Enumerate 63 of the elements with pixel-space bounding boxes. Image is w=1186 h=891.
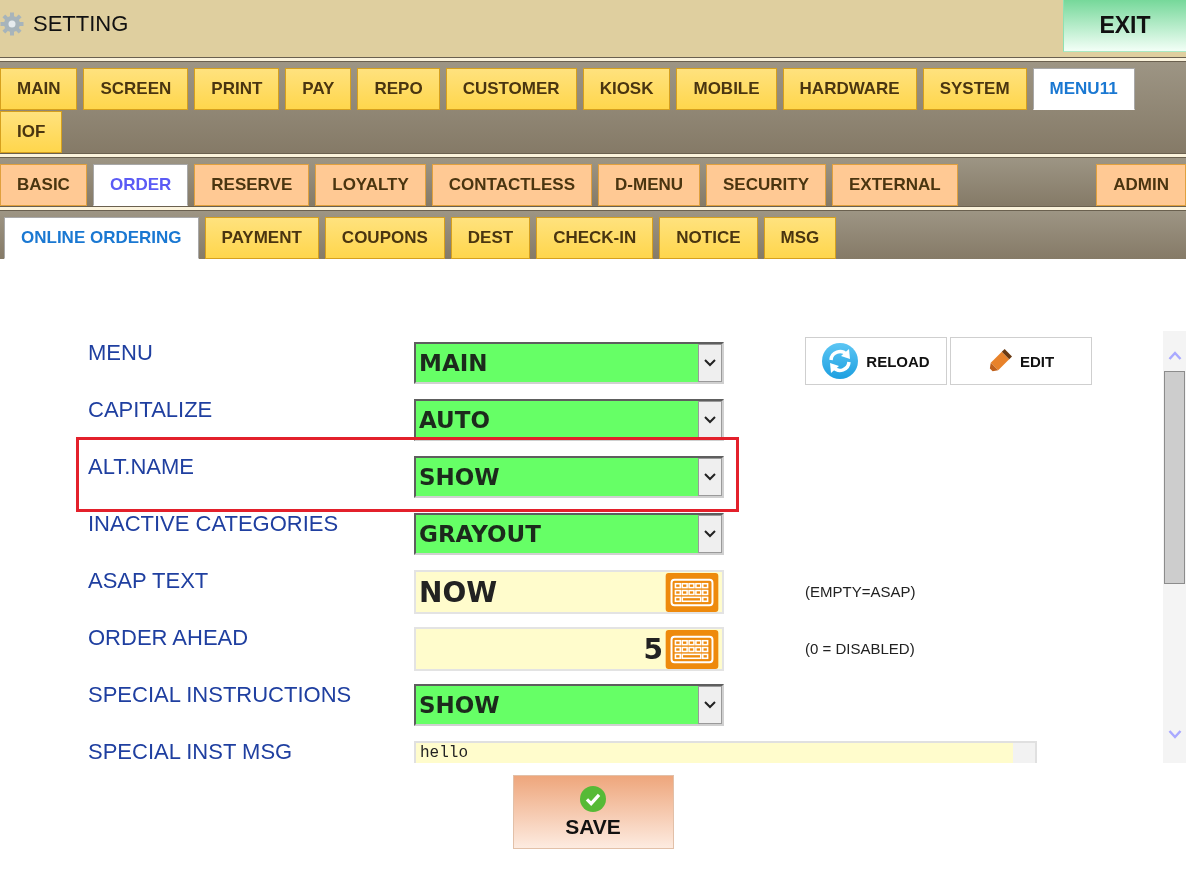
tab[interactable]: ONLINE ORDERING [4, 217, 199, 259]
input-field[interactable]: 5 [414, 627, 724, 671]
tab[interactable]: PAY [285, 68, 352, 110]
dropdown[interactable]: AUTO [414, 399, 724, 441]
reload-button[interactable]: RELOAD [805, 337, 947, 385]
save-button[interactable]: SAVE [512, 775, 674, 849]
tab[interactable]: KIOSK [582, 68, 671, 110]
hint-text: (0 = DISABLED) [805, 639, 916, 659]
dropdown[interactable]: GRAYOUT [414, 513, 724, 555]
tab[interactable]: DEST [450, 217, 531, 259]
tab[interactable]: PRINT [194, 68, 280, 110]
tab[interactable]: CONTACTLESS [431, 164, 593, 206]
edit-button[interactable]: EDIT [950, 337, 1092, 385]
tab[interactable]: SYSTEM [922, 68, 1027, 110]
tab[interactable]: ORDER [92, 164, 189, 206]
field-label: ORDER AHEAD [88, 627, 250, 648]
field-label: SPECIAL INSTRUCTIONS [88, 684, 353, 705]
tab[interactable]: RESERVE [194, 164, 310, 206]
dropdown[interactable]: SHOW [414, 684, 724, 726]
settings-icon [0, 12, 24, 36]
tab[interactable]: CUSTOMER [445, 68, 577, 110]
tab[interactable]: D-MENU [598, 164, 701, 206]
window-title: SETTING [33, 12, 129, 36]
tab[interactable]: IOF [0, 111, 63, 153]
check-icon [580, 785, 606, 812]
tab[interactable]: NOTICE [659, 217, 758, 259]
tab[interactable]: EXTERNAL [832, 164, 958, 206]
dropdown[interactable]: MAIN [414, 342, 724, 384]
tab[interactable]: SECURITY [706, 164, 826, 206]
tab[interactable]: MENU11 [1032, 68, 1135, 110]
tab[interactable]: MAIN [0, 68, 78, 110]
tab[interactable]: LOYALTY [315, 164, 426, 206]
tab[interactable]: CHECK-IN [536, 217, 654, 259]
chevron-down-icon[interactable] [698, 344, 722, 382]
keyboard-icon[interactable] [665, 572, 719, 612]
tab[interactable]: REPO [357, 68, 440, 110]
dropdown[interactable]: SHOW [414, 456, 724, 498]
refresh-icon [822, 343, 859, 379]
tab[interactable]: COUPONS [324, 217, 445, 259]
exit-button[interactable]: EXIT [1063, 0, 1186, 52]
tab[interactable]: MOBILE [676, 68, 777, 110]
tab[interactable]: PAYMENT [204, 217, 319, 259]
scrollbar-thumb[interactable] [1164, 371, 1185, 584]
hint-text: (EMPTY=ASAP) [805, 582, 917, 602]
tab[interactable]: BASIC [0, 164, 87, 206]
field-label: INACTIVE CATEGORIES [88, 513, 340, 534]
chevron-down-icon[interactable] [698, 686, 722, 724]
tab[interactable]: ADMIN [1096, 164, 1186, 206]
chevron-down-icon[interactable] [698, 515, 722, 553]
field-label: CAPITALIZE [88, 399, 214, 420]
tab[interactable]: HARDWARE [782, 68, 917, 110]
keyboard-icon[interactable] [665, 629, 719, 669]
field-label: SPECIAL INST MSG [88, 741, 294, 762]
tab[interactable]: SCREEN [83, 68, 189, 110]
field-label: ALT.NAME [88, 456, 195, 477]
chevron-down-icon[interactable] [698, 401, 722, 439]
input-field[interactable]: NOW [414, 570, 724, 614]
text-area[interactable]: hello [414, 741, 1037, 763]
chevron-down-icon[interactable] [698, 458, 722, 496]
field-label: MENU [88, 342, 154, 363]
tab[interactable]: MSG [763, 217, 837, 259]
field-label: ASAP TEXT [88, 570, 210, 591]
pencil-icon [987, 349, 1012, 373]
